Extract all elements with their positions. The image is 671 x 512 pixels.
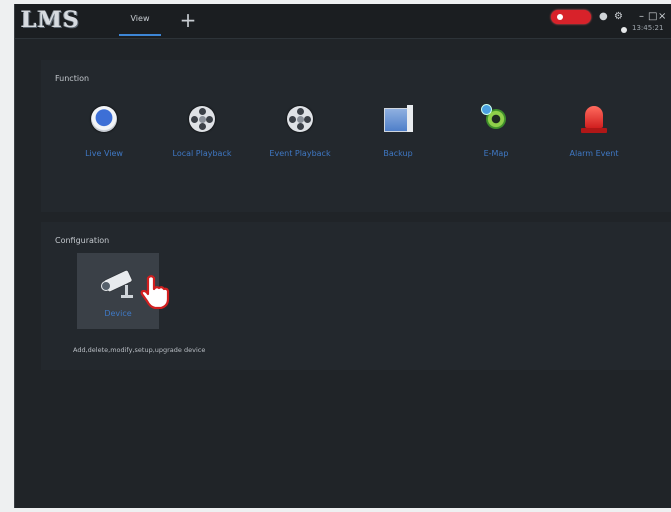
function-backup[interactable]: Backup [353,104,443,164]
user-icon[interactable]: ● [599,11,608,23]
function-section-title: Function [55,74,90,83]
function-label: Live View [85,149,123,158]
backup-icon [383,104,413,134]
film-reel-icon [187,104,217,134]
alarm-light-icon [579,104,609,134]
clock-readout: 13:45:21 [632,24,664,32]
function-local-playback[interactable]: Local Playback [157,104,247,164]
empty-content-area [41,380,671,508]
configuration-section-title: Configuration [55,236,110,245]
e-map-icon [481,104,511,134]
function-label: Alarm Event [569,149,619,158]
function-label: Backup [383,149,413,158]
alarm-dot-icon [557,14,563,20]
app-window: LMS View + ● ⚙ – □ × 13:45:21 Function L… [14,4,671,508]
function-e-map[interactable]: E-Map [451,104,541,164]
function-alarm-event[interactable]: Alarm Event [549,104,639,164]
maximize-icon[interactable]: □ [648,11,657,23]
function-event-playback[interactable]: Event Playback [255,104,345,164]
function-panel: Function Live View Local Playback Event … [41,60,671,212]
tab-view[interactable]: View [119,4,161,38]
function-label: Local Playback [172,149,232,158]
function-label: E-Map [483,149,509,158]
active-tab-indicator [119,34,161,36]
add-tab-button[interactable]: + [177,9,199,31]
status-indicator-icon [621,27,627,33]
gear-icon[interactable]: ⚙ [614,11,623,23]
alarm-notification-badge[interactable] [551,10,591,24]
function-label: Event Playback [269,149,331,158]
title-bar: LMS View + ● ⚙ – □ × 13:45:21 [15,4,671,39]
device-tile-label: Device [104,309,132,318]
hand-cursor-icon [140,275,170,309]
configuration-panel: Configuration Device Add,delete,modify,s… [41,222,671,370]
app-logo: LMS [21,7,80,33]
device-hint-text: Add,delete,modify,setup,upgrade device [73,346,206,354]
close-icon[interactable]: × [658,11,666,23]
minimize-icon[interactable]: – [639,11,644,23]
cctv-camera-icon [101,270,137,298]
live-view-icon [89,104,119,134]
function-live-view[interactable]: Live View [59,104,149,164]
film-reel-icon [285,104,315,134]
